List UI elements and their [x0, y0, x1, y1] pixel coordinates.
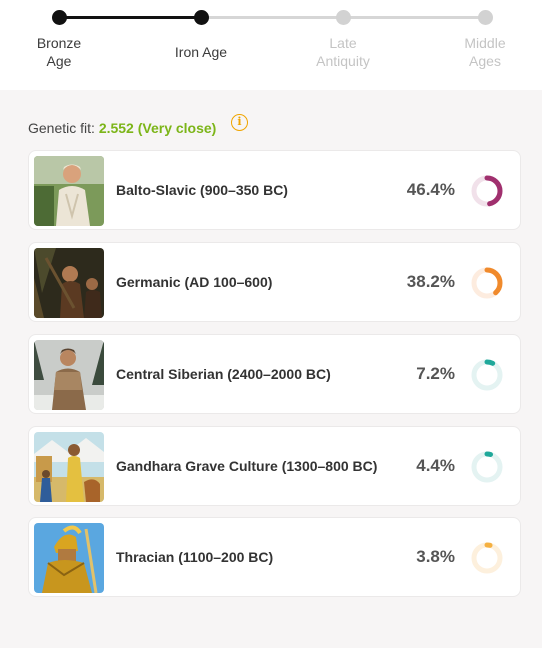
population-name: Germanic (AD 100–600): [116, 274, 273, 290]
population-image-central-siberian: [34, 340, 104, 410]
population-card[interactable]: Germanic (AD 100–600) 38.2%: [28, 242, 521, 322]
population-name: Gandhara Grave Culture (1300–800 BC): [116, 458, 378, 474]
population-name: Central Siberian (2400–2000 BC): [116, 366, 331, 382]
population-card[interactable]: Thracian (1100–200 BC) 3.8%: [28, 517, 521, 597]
percent-donut: [471, 359, 503, 391]
timeline-label-iron-age[interactable]: Iron Age: [151, 43, 251, 61]
population-card[interactable]: Gandhara Grave Culture (1300–800 BC) 4.4…: [28, 426, 521, 506]
population-image-germanic: [34, 248, 104, 318]
timeline-dot-iron-age[interactable]: [194, 10, 209, 25]
population-percent: 38.2%: [406, 272, 455, 291]
population-card[interactable]: Balto-Slavic (900–350 BC) 46.4%: [28, 150, 521, 230]
timeline-dot-middle-ages[interactable]: [478, 10, 493, 25]
percent-donut: [471, 175, 503, 207]
population-name: Balto-Slavic (900–350 BC): [116, 182, 288, 198]
percent-donut: [471, 451, 503, 483]
population-name: Thracian (1100–200 BC): [116, 549, 274, 565]
genetic-fit-row: Genetic fit: 2.552 (Very close): [28, 120, 216, 136]
population-percent: 7.2%: [416, 364, 455, 383]
timeline-progress-line: [59, 16, 201, 19]
info-icon[interactable]: i: [231, 114, 248, 131]
timeline-dot-late-antiquity[interactable]: [336, 10, 351, 25]
genetic-fit-value: 2.552 (Very close): [98, 120, 217, 136]
population-image-thracian: [34, 523, 104, 593]
population-image-balto-slavic: [34, 156, 104, 226]
population-image-gandhara: [34, 432, 104, 502]
timeline-label-middle-ages[interactable]: Middle Ages: [435, 34, 535, 70]
population-card[interactable]: Central Siberian (2400–2000 BC) 7.2%: [28, 334, 521, 414]
timeline-dot-bronze-age[interactable]: [52, 10, 67, 25]
genetic-fit-label: Genetic fit:: [28, 120, 95, 136]
population-percent: 3.8%: [416, 547, 455, 566]
population-percent: 46.4%: [406, 180, 455, 199]
era-timeline: Bronze Age Iron Age Late Antiquity Middl…: [0, 0, 542, 90]
timeline-label-bronze-age[interactable]: Bronze Age: [9, 34, 109, 70]
percent-donut: [471, 542, 503, 574]
timeline-label-late-antiquity[interactable]: Late Antiquity: [293, 34, 393, 70]
percent-donut: [471, 267, 503, 299]
population-percent: 4.4%: [416, 456, 455, 475]
